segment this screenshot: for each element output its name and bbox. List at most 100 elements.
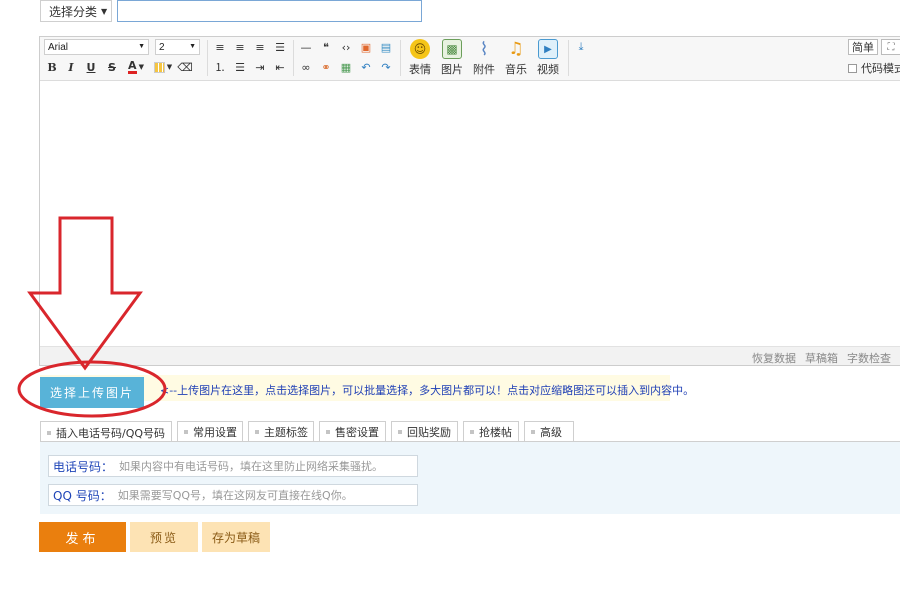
indent-button[interactable]: ⇥ — [252, 59, 268, 75]
title-input[interactable] — [117, 0, 422, 22]
music-button[interactable]: ♫ 音乐 — [502, 38, 530, 80]
code-mode-checkbox[interactable]: 代码模式 — [848, 60, 900, 76]
align-right-icon: ≡ — [255, 40, 265, 54]
qq-field[interactable]: QQ 号码： — [48, 484, 418, 506]
outdent-icon: ⇤ — [275, 60, 285, 74]
ordered-list-button[interactable]: ⒈ — [212, 59, 228, 75]
tab-bullet-icon — [398, 430, 402, 434]
bold-icon: B — [47, 60, 57, 74]
fullscreen-button[interactable]: ⛶ — [881, 39, 900, 55]
tab-insert-phone-qq[interactable]: 插入电话号码/QQ号码 — [40, 421, 172, 443]
word-check-link[interactable]: 字数检查 — [847, 350, 891, 366]
quote-icon: ❝ — [323, 40, 329, 54]
download-button[interactable]: ⤓ — [573, 39, 589, 55]
tab-topic-tags[interactable]: 主题标签 — [248, 421, 314, 442]
italic-button[interactable]: I — [63, 59, 79, 75]
image-button[interactable]: ▩ 图片 — [438, 38, 466, 80]
font-color-icon: A — [128, 59, 137, 74]
checkbox-icon — [848, 63, 857, 73]
save-draft-button[interactable]: 存为草稿 — [202, 522, 270, 552]
unlink-button[interactable]: ⚭ — [318, 59, 334, 75]
restore-data-link[interactable]: 恢复数据 — [752, 350, 796, 366]
unordered-list-icon: ☰ — [235, 60, 245, 74]
tab-bullet-icon — [184, 430, 188, 434]
toolbar-separator — [400, 40, 401, 76]
phone-label: 电话号码： — [53, 459, 114, 474]
horizontal-rule-button[interactable]: — — [298, 39, 314, 55]
align-center-button[interactable]: ≡ — [232, 39, 248, 55]
quote-button[interactable]: ❝ — [318, 39, 334, 55]
bold-button[interactable]: B — [44, 59, 60, 75]
simple-mode-button[interactable]: 简单 — [848, 39, 878, 55]
attachment-label: 附件 — [473, 63, 495, 76]
publish-button[interactable]: 发布 — [39, 522, 126, 552]
fullscreen-icon: ⛶ — [887, 41, 895, 53]
chevron-down-icon: ▼ — [189, 43, 196, 50]
strikethrough-button[interactable]: S — [104, 59, 120, 75]
unordered-list-button[interactable]: ☰ — [232, 59, 248, 75]
qq-input[interactable] — [115, 486, 417, 504]
phone-input[interactable] — [117, 457, 417, 475]
font-family-select[interactable]: Arial ▼ — [44, 39, 149, 55]
drafts-link[interactable]: 草稿箱 — [805, 350, 838, 366]
tab-sale-settings[interactable]: 售密设置 — [319, 421, 386, 442]
align-left-button[interactable]: ≡ — [212, 39, 228, 55]
editor-content[interactable] — [40, 82, 900, 344]
font-color-button[interactable]: A ▼ — [124, 59, 148, 75]
link-icon: ∞ — [301, 60, 311, 74]
tab-floor-grab[interactable]: 抢楼帖 — [463, 421, 519, 442]
free-content-icon: ▣ — [360, 40, 372, 54]
align-justify-button[interactable]: ☰ — [272, 39, 288, 55]
chevron-down-icon: ▼ — [138, 63, 144, 71]
tab-bullet-icon — [470, 430, 474, 434]
ordered-list-icon: ⒈ — [214, 61, 226, 74]
phone-field[interactable]: 电话号码： — [48, 455, 418, 477]
indent-icon: ⇥ — [255, 60, 265, 74]
tab-label: 售密设置 — [335, 426, 379, 439]
background-color-button[interactable]: ▼ — [151, 59, 175, 75]
font-size-value: 2 — [159, 41, 165, 53]
paperclip-icon: ⌇ — [479, 38, 489, 60]
preview-button[interactable]: 预览 — [130, 522, 198, 552]
align-center-icon: ≡ — [235, 40, 245, 54]
publish-label: 发布 — [65, 531, 100, 547]
undo-button[interactable]: ↶ — [358, 59, 374, 75]
tab-label: 常用设置 — [193, 426, 237, 439]
underline-button[interactable]: U — [83, 59, 99, 75]
tab-label: 主题标签 — [264, 426, 308, 439]
emoji-button[interactable]: ☺ 表情 — [406, 38, 434, 80]
save-draft-label: 存为草稿 — [211, 530, 260, 545]
toolbar-separator — [568, 40, 569, 76]
upload-image-label: 选择上传图片 — [49, 386, 134, 400]
font-size-select[interactable]: 2 ▼ — [155, 39, 200, 55]
download-icon: ⤓ — [578, 40, 584, 53]
video-button[interactable]: ▶ 视频 — [534, 38, 562, 80]
clear-format-button[interactable]: ⌫ — [177, 59, 193, 75]
tab-reply-reward[interactable]: 回贴奖励 — [391, 421, 458, 442]
italic-icon: I — [68, 60, 74, 74]
video-icon: ▶ — [538, 39, 558, 59]
qq-label: QQ 号码： — [53, 488, 112, 503]
tab-advanced[interactable]: 高级 — [524, 421, 574, 442]
tab-common-settings[interactable]: 常用设置 — [177, 421, 243, 442]
underline-icon: U — [86, 60, 96, 74]
preview-label: 预览 — [149, 530, 178, 545]
hide-content-button[interactable]: ▤ — [378, 39, 394, 55]
category-select[interactable]: 选择分类 ▼ — [40, 0, 112, 22]
tab-label: 抢楼帖 — [479, 426, 512, 439]
table-button[interactable]: ▦ — [338, 59, 354, 75]
video-label: 视频 — [537, 63, 559, 76]
outdent-button[interactable]: ⇤ — [272, 59, 288, 75]
free-content-button[interactable]: ▣ — [358, 39, 374, 55]
align-justify-icon: ☰ — [275, 40, 285, 54]
upload-image-button[interactable]: 选择上传图片 — [40, 377, 144, 408]
upload-tip-text: <--上传图片在这里，点击选择图片，可以批量选择，多大图片都可以！点击对应缩略图… — [160, 384, 695, 397]
tab-bullet-icon — [255, 430, 259, 434]
redo-button[interactable]: ↷ — [378, 59, 394, 75]
code-button[interactable]: ‹› — [338, 39, 354, 55]
link-button[interactable]: ∞ — [298, 59, 314, 75]
hide-content-icon: ▤ — [380, 40, 392, 54]
attachment-button[interactable]: ⌇ 附件 — [470, 38, 498, 80]
align-right-button[interactable]: ≡ — [252, 39, 268, 55]
music-icon: ♫ — [508, 39, 524, 59]
